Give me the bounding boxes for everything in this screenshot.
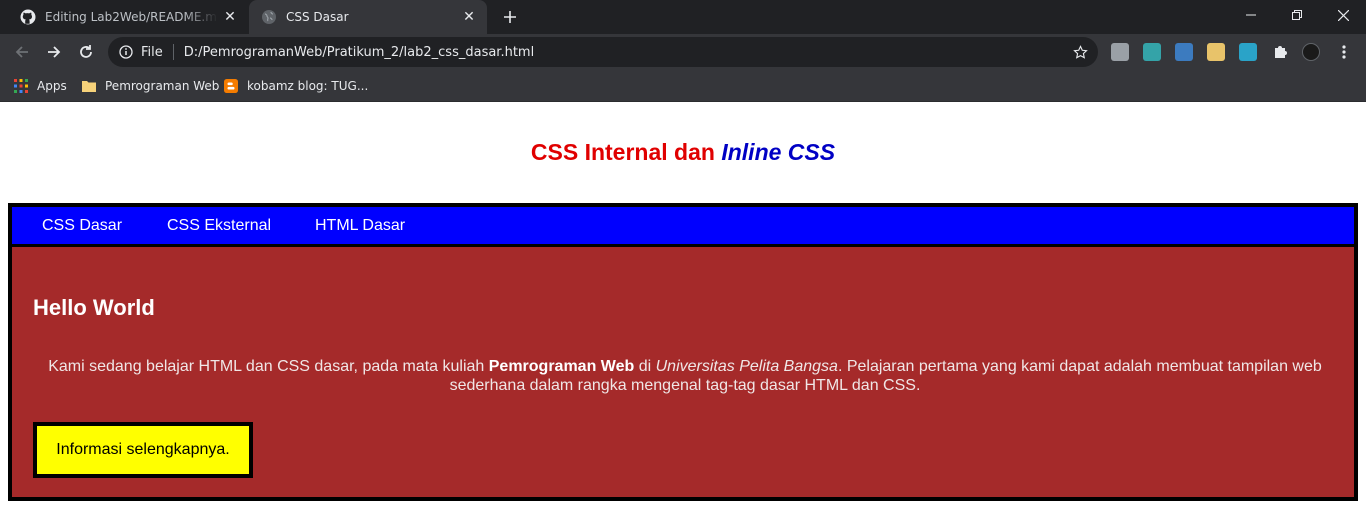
tab-css-dasar[interactable]: CSS Dasar ✕	[249, 0, 487, 34]
address-bar[interactable]: File D:/PemrogramanWeb/Pratikum_2/lab2_c…	[108, 37, 1098, 67]
tab-title: Editing Lab2Web/README.md at	[45, 10, 218, 24]
page-title-part3: CSS	[781, 139, 836, 165]
reload-icon[interactable]	[72, 38, 100, 66]
close-window-icon[interactable]	[1320, 0, 1366, 30]
extension-badge-icon[interactable]	[1302, 43, 1320, 61]
browser-toolbar: File D:/PemrogramanWeb/Pratikum_2/lab2_c…	[0, 34, 1366, 70]
nav-link-html-dasar[interactable]: HTML Dasar	[315, 207, 405, 244]
page-title-part1: CSS Internal dan	[530, 139, 722, 165]
tab-close-icon[interactable]: ✕	[218, 5, 242, 29]
divider	[172, 44, 174, 60]
blogger-icon	[224, 79, 238, 93]
tab-github-readme[interactable]: Editing Lab2Web/README.md at ✕	[8, 0, 248, 34]
minimize-icon[interactable]	[1228, 0, 1274, 30]
star-icon[interactable]	[1068, 40, 1092, 64]
nav-link-css-eksternal[interactable]: CSS Eksternal	[167, 207, 271, 244]
puzzle-icon[interactable]	[1266, 38, 1294, 66]
extension-image-icon[interactable]	[1175, 43, 1193, 61]
extension-archive-icon[interactable]	[1111, 43, 1129, 61]
university-name: Universitas Pelita Bangsa	[655, 358, 838, 375]
info-icon[interactable]	[118, 44, 134, 60]
bookmarks-bar: Apps Pemrograman Web kobamz blog: TUG...	[0, 70, 1366, 102]
content-paragraph: Kami sedang belajar HTML dan CSS dasar, …	[32, 357, 1338, 395]
github-icon	[20, 9, 36, 25]
url-text[interactable]: D:/PemrogramanWeb/Pratikum_2/lab2_css_da…	[184, 45, 1068, 60]
globe-icon	[261, 9, 277, 25]
tab-close-icon[interactable]: ✕	[457, 5, 481, 29]
page-title-italic: Inline CSS	[721, 139, 835, 165]
folder-icon	[82, 81, 96, 92]
apps-grid-icon	[14, 79, 28, 93]
course-name: Pemrograman Web	[488, 358, 635, 375]
extension-cloud-icon[interactable]	[1207, 43, 1225, 61]
back-arrow-icon[interactable]	[8, 38, 36, 66]
forward-arrow-icon[interactable]	[40, 38, 68, 66]
bookmark-pemrograman-web[interactable]: Pemrograman Web	[82, 76, 219, 96]
bookmark-label: Apps	[37, 79, 67, 93]
nav-bar: CSS Dasar CSS Eksternal HTML Dasar	[12, 207, 1354, 247]
bookmark-apps[interactable]: Apps	[14, 76, 67, 96]
content-container: CSS Dasar CSS Eksternal HTML Dasar Hello…	[8, 203, 1358, 501]
extension-home-icon[interactable]	[1239, 43, 1257, 61]
scheme-label: File	[141, 44, 163, 60]
new-tab-icon[interactable]	[498, 5, 522, 29]
more-info-button[interactable]: Informasi selengkapnya.	[33, 422, 253, 478]
extension-leaf-icon[interactable]	[1143, 43, 1161, 61]
content-heading: Hello World	[33, 295, 155, 320]
bookmark-label: kobamz blog: TUG...	[247, 79, 369, 93]
page-title: CSS Internal dan Inline CSS	[0, 139, 1366, 166]
nav-link-css-dasar[interactable]: CSS Dasar	[42, 207, 122, 244]
tab-strip: Editing Lab2Web/README.md at ✕ CSS Dasar…	[0, 0, 1366, 34]
paragraph-text: di	[634, 358, 656, 375]
tab-title: CSS Dasar	[286, 10, 349, 24]
page-viewport: CSS Internal dan Inline CSS CSS Dasar CS…	[0, 103, 1366, 531]
page-title-inline: Inline	[721, 139, 782, 165]
more-vert-icon[interactable]	[1330, 38, 1358, 66]
bookmark-label: Pemrograman Web	[105, 79, 220, 93]
paragraph-text: Kami sedang belajar HTML dan CSS dasar, …	[48, 358, 489, 375]
restore-icon[interactable]	[1274, 0, 1320, 30]
bookmark-kobamz-blog[interactable]: kobamz blog: TUG...	[224, 76, 368, 96]
